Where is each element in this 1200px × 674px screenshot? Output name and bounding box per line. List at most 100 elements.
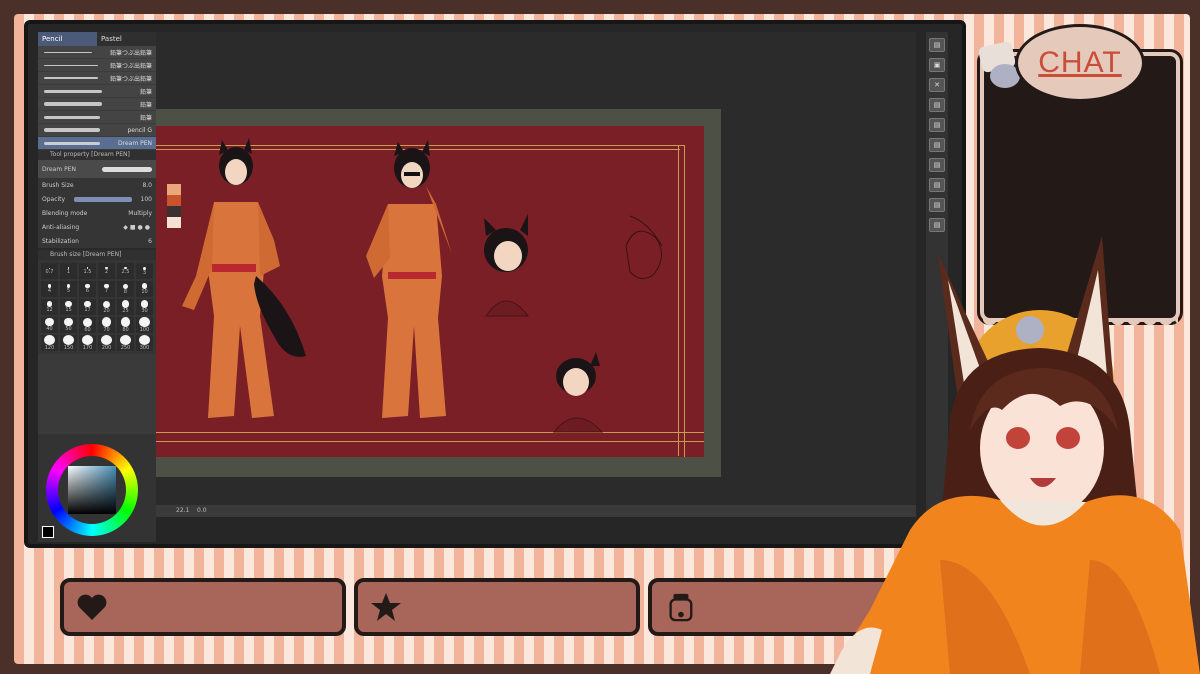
layer-tool-button[interactable]: ✕: [929, 78, 945, 92]
brush-size-option[interactable]: 0.7: [41, 263, 58, 279]
face-line-sketch: [625, 215, 663, 279]
brush-item[interactable]: 鉛筆つぶ出鉛筆: [38, 72, 156, 85]
brush-size-option[interactable]: 200: [98, 335, 115, 351]
canvas-area[interactable]: 22.1 0.0: [156, 32, 916, 517]
brush-size-option[interactable]: 1: [60, 263, 77, 279]
brush-size-option[interactable]: 7: [98, 281, 115, 297]
brush-item[interactable]: 鉛筆: [38, 98, 156, 111]
brush-size-label: 30: [141, 307, 148, 314]
brush-size-label: 7: [104, 288, 109, 295]
tab-pastel[interactable]: Pastel: [97, 32, 156, 46]
brush-size-title: Brush size [Dream PEN]: [38, 250, 156, 260]
brush-size-option[interactable]: 15: [60, 299, 77, 315]
star-icon: [371, 593, 401, 621]
brush-size-option[interactable]: 5: [60, 281, 77, 297]
brush-size-option[interactable]: 12: [41, 299, 58, 315]
brush-preview-name: Dream PEN: [42, 165, 76, 173]
heart-icon: [77, 594, 107, 620]
brush-size-option[interactable]: 300: [136, 335, 153, 351]
tab-pencil[interactable]: Pencil: [38, 32, 97, 46]
heart-bar: [60, 578, 346, 636]
brush-size-label: 1: [66, 268, 71, 275]
brush-size-label: 170: [82, 345, 93, 351]
brush-size-dot: [139, 335, 150, 345]
layer-tool-button[interactable]: ▤: [929, 98, 945, 112]
brush-size-option[interactable]: 20: [98, 299, 115, 315]
brush-size-option[interactable]: 17: [79, 299, 96, 315]
angle-value: 0.0: [197, 507, 207, 514]
layer-tool-button[interactable]: ▤: [929, 38, 945, 52]
antialias-options-icon[interactable]: ◆■●●: [123, 224, 152, 231]
blending-select[interactable]: Multiply: [128, 210, 152, 217]
brush-size-option[interactable]: 3: [136, 263, 153, 279]
brush-size-option[interactable]: 4: [41, 281, 58, 297]
layer-tool-button[interactable]: ▤: [929, 198, 945, 212]
stabilization-row[interactable]: Stabilization 6: [38, 234, 156, 248]
layer-tool-button[interactable]: ▤: [929, 118, 945, 132]
brush-size-option[interactable]: 30: [136, 299, 153, 315]
brush-tabs: Pencil Pastel: [38, 32, 156, 46]
brush-size-label: 2.5: [121, 269, 130, 276]
brush-size-row[interactable]: Brush Size 8.0: [38, 178, 156, 192]
brush-item[interactable]: 鉛筆つぶ出鉛筆: [38, 59, 156, 72]
character-head-small: [552, 352, 604, 433]
brush-item[interactable]: 鉛筆: [38, 85, 156, 98]
foreground-color-swatch[interactable]: [42, 526, 54, 538]
layer-tool-button[interactable]: ▣: [929, 58, 945, 72]
brush-size-dot: [64, 317, 73, 327]
brush-item-selected[interactable]: Dream PEN: [38, 137, 156, 150]
brush-size-value: 8.0: [142, 181, 152, 189]
layer-tool-button[interactable]: ▤: [929, 138, 945, 152]
brush-item[interactable]: 鉛筆つぶ出鉛筆: [38, 46, 156, 59]
brush-size-label: 300: [139, 345, 150, 351]
brush-item[interactable]: 鉛筆: [38, 111, 156, 124]
blending-row[interactable]: Blending mode Multiply: [38, 206, 156, 220]
opacity-value: 100: [140, 195, 152, 203]
brush-item[interactable]: pencil G: [38, 124, 156, 137]
brush-size-label: 2: [104, 269, 109, 276]
opacity-slider[interactable]: [73, 196, 132, 202]
brush-size-dot: [101, 335, 112, 345]
color-wheel[interactable]: [46, 444, 138, 536]
brush-size-option[interactable]: 150: [60, 335, 77, 351]
brush-size-panel: Brush size [Dream PEN] 0.7 1 1.5 2 2.5 3 4 5 6 7 8…: [38, 248, 156, 354]
character-head-sketch: [484, 214, 529, 317]
saturation-value-square[interactable]: [68, 466, 116, 514]
artboard[interactable]: [156, 126, 704, 457]
brush-size-option[interactable]: 70: [98, 317, 115, 333]
brush-size-dot: [82, 335, 93, 345]
brush-size-option[interactable]: 8: [117, 281, 134, 297]
brush-size-option[interactable]: 2: [98, 263, 115, 279]
brush-size-option[interactable]: 1.5: [79, 263, 96, 279]
brush-size-option[interactable]: 250: [117, 335, 134, 351]
brush-size-option[interactable]: 40: [41, 317, 58, 333]
stabilization-value: 6: [148, 237, 152, 245]
layer-tool-button[interactable]: ▤: [929, 178, 945, 192]
brush-size-label: 20: [103, 307, 110, 314]
brush-size-option[interactable]: 50: [60, 317, 77, 333]
opacity-row[interactable]: Opacity 100: [38, 192, 156, 206]
layer-tool-button[interactable]: ▤: [929, 158, 945, 172]
brush-size-option[interactable]: 2.5: [117, 263, 134, 279]
brush-size-dot: [103, 300, 110, 308]
brush-size-label: 3: [142, 269, 147, 276]
brush-sidebar: Pencil Pastel 鉛筆つぶ出鉛筆 鉛筆つぶ出鉛筆 鉛筆つぶ出鉛筆 鉛筆…: [38, 32, 156, 542]
antialias-row[interactable]: Anti-aliasing ◆■●●: [38, 220, 156, 234]
drawing-app-window: Pencil Pastel 鉛筆つぶ出鉛筆 鉛筆つぶ出鉛筆 鉛筆つぶ出鉛筆 鉛筆…: [24, 20, 966, 548]
brush-size-option[interactable]: 170: [79, 335, 96, 351]
brush-size-option[interactable]: 120: [41, 335, 58, 351]
brush-size-dot: [120, 335, 131, 345]
canvas-status-bar: 22.1 0.0: [156, 505, 916, 517]
brush-size-dot: [83, 317, 92, 327]
brush-size-option[interactable]: 60: [79, 317, 96, 333]
brush-size-dot: [139, 317, 150, 327]
brush-size-option[interactable]: 6: [79, 281, 96, 297]
brush-size-option[interactable]: 100: [136, 317, 153, 333]
brush-size-option[interactable]: 25: [117, 299, 134, 315]
brush-size-label: 6: [85, 288, 90, 295]
brush-size-option[interactable]: 80: [117, 317, 134, 333]
tip-jar-icon: [669, 593, 693, 622]
brush-size-label: 12: [46, 306, 53, 313]
brush-size-label: 80: [122, 326, 129, 333]
brush-size-option[interactable]: 10: [136, 281, 153, 297]
